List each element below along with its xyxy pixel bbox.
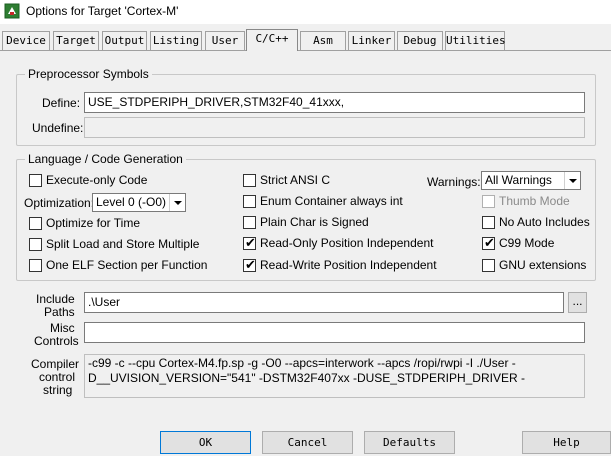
warnings-select[interactable]: All Warnings [481,171,581,190]
rw-pi-label: Read-Write Position Independent [260,258,437,272]
include-browse-button[interactable]: ... [568,292,587,313]
c99-mode-label: C99 Mode [499,236,555,250]
undefine-label: Undefine: [32,121,84,135]
split-load-label: Split Load and Store Multiple [46,237,200,251]
enum-container-label: Enum Container always int [260,194,403,208]
optimize-time-checkbox[interactable] [29,217,42,230]
optimize-time-label: Optimize for Time [46,216,141,230]
tab-listing[interactable]: Listing [150,31,202,50]
include-paths-input[interactable]: .\User [84,292,564,313]
warnings-value: All Warnings [485,173,552,187]
compiler-string-line2: D__UVISION_VERSION="541" -DSTM32F407xx -… [88,371,525,385]
warnings-label: Warnings: [427,175,481,189]
tab-utilities[interactable]: Utilities [445,31,506,50]
tab-linker[interactable]: Linker [348,31,395,50]
tab-cc[interactable]: C/C++ [246,29,298,51]
tab-asm[interactable]: Asm [300,31,346,50]
chevron-down-icon [564,172,580,189]
compiler-control-string[interactable]: -c99 -c --cpu Cortex-M4.fp.sp -g -O0 --a… [84,354,585,398]
include-label-line1: Include [36,292,75,306]
define-label: Define: [42,96,81,110]
define-input[interactable]: USE_STDPERIPH_DRIVER,STM32F40_41xxx, [84,92,585,113]
gnu-ext-checkbox[interactable] [482,259,495,272]
check-icon: ✔ [245,235,256,250]
execute-only-label: Execute-only Code [46,173,148,187]
no-auto-includes-checkbox[interactable] [482,216,495,229]
no-auto-includes-label: No Auto Includes [499,215,590,229]
misc-controls-input[interactable] [84,322,585,343]
title-bar: Options for Target 'Cortex-M' [0,0,611,24]
tab-debug[interactable]: Debug [397,31,443,50]
defaults-button[interactable]: Defaults [364,431,455,454]
include-label-line2: Paths [44,305,75,319]
tab-device[interactable]: Device [2,31,50,50]
tab-divider [0,50,611,51]
tab-user[interactable]: User [205,31,245,50]
codegen-group-title: Language / Code Generation [25,152,186,166]
c99-mode-checkbox[interactable]: ✔ [482,235,495,250]
compiler-label-line2: control [39,370,76,384]
cancel-button[interactable]: Cancel [262,431,353,454]
plain-char-label: Plain Char is Signed [260,215,369,229]
enum-container-checkbox[interactable] [243,195,256,208]
compiler-label-line1: Compiler [31,357,80,371]
strict-ansi-label: Strict ANSI C [260,173,331,187]
thumb-mode-checkbox[interactable] [482,195,495,208]
compiler-string-line1: -c99 -c --cpu Cortex-M4.fp.sp -g -O0 --a… [88,356,516,370]
preprocessor-group-title: Preprocessor Symbols [25,67,152,81]
rw-pi-checkbox[interactable]: ✔ [243,257,256,272]
check-icon: ✔ [245,257,256,272]
compiler-label-line3: string [43,383,73,397]
strict-ansi-checkbox[interactable] [243,174,256,187]
undefine-input[interactable] [84,117,585,138]
execute-only-checkbox[interactable] [29,174,42,187]
misc-label-line2: Controls [34,334,79,348]
split-load-checkbox[interactable] [29,238,42,251]
gnu-ext-label: GNU extensions [499,258,587,272]
help-button[interactable]: Help [522,431,611,454]
ro-pi-checkbox[interactable]: ✔ [243,235,256,250]
check-icon: ✔ [484,235,495,250]
misc-label-line1: Misc [50,321,75,335]
tab-target[interactable]: Target [53,31,99,50]
thumb-mode-label: Thumb Mode [499,194,570,208]
optimization-select[interactable]: Level 0 (-O0) [92,193,186,212]
ok-button[interactable]: OK [160,431,251,454]
ro-pi-label: Read-Only Position Independent [260,236,434,250]
one-elf-checkbox[interactable] [29,259,42,272]
tab-output[interactable]: Output [102,31,147,50]
optimization-value: Level 0 (-O0) [96,195,167,209]
optimization-label: Optimization: [24,196,95,210]
one-elf-label: One ELF Section per Function [46,258,208,272]
tab-strip: Device Target Output Listing User C/C++ … [0,29,611,51]
chevron-down-icon [169,194,185,211]
plain-char-checkbox[interactable] [243,216,256,229]
compiler-string-scrollbar[interactable] [568,355,584,397]
window-title: Options for Target 'Cortex-M' [26,4,179,18]
uvision-icon [4,3,20,19]
